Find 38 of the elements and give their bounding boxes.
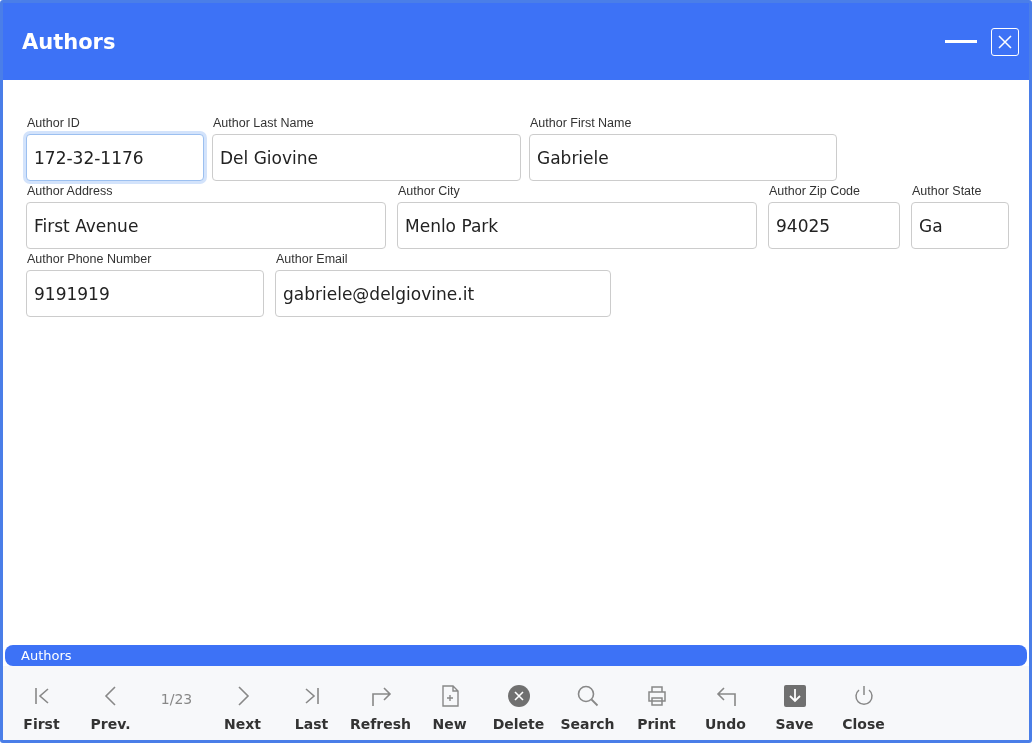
field-label: Author City <box>397 184 461 198</box>
text-field[interactable]: First Avenue <box>26 202 386 249</box>
toolbar-button[interactable]: First <box>7 666 76 740</box>
toolbar-button[interactable]: Refresh <box>346 666 415 740</box>
text-field[interactable]: 94025 <box>768 202 900 249</box>
text-field[interactable]: gabriele@delgiovine.it <box>275 270 611 317</box>
toolbar-button[interactable]: Delete <box>484 666 553 740</box>
text-field[interactable]: 172-32-1176 <box>26 134 204 181</box>
text-field[interactable]: Menlo Park <box>397 202 757 249</box>
toolbar-button[interactable]: Next <box>208 666 277 740</box>
toolbar-button[interactable]: Prev. <box>76 666 145 740</box>
text-field[interactable]: Gabriele <box>529 134 837 181</box>
field-label: Author Last Name <box>212 116 315 130</box>
field-label: Author Email <box>275 252 349 266</box>
toolbar-button[interactable]: Save <box>760 666 829 740</box>
save-icon <box>782 684 807 708</box>
field-label: Author Zip Code <box>768 184 862 198</box>
search-icon <box>575 684 600 708</box>
toolbar-button[interactable]: Print <box>622 666 691 740</box>
toolbar-button[interactable]: Undo <box>691 666 760 740</box>
toolbar-button[interactable]: New <box>415 666 484 740</box>
status-bar: Authors <box>5 645 1027 666</box>
field-label: Author First Name <box>529 116 633 130</box>
text-field[interactable]: Ga <box>911 202 1009 249</box>
text-field[interactable]: 9191919 <box>26 270 264 317</box>
toolbar-button[interactable]: Close <box>829 666 898 740</box>
window-title: Authors <box>22 29 117 54</box>
text-field[interactable]: Del Giovine <box>212 134 521 181</box>
record-counter: 1/23 <box>160 691 193 707</box>
field-label: Author State <box>911 184 983 198</box>
close-button[interactable] <box>991 27 1019 56</box>
close-icon <box>997 33 1013 50</box>
toolbar-button[interactable]: Last <box>277 666 346 740</box>
field-label: Author Address <box>26 184 114 198</box>
field-label: Author ID <box>26 116 81 130</box>
delete-icon <box>506 684 531 708</box>
field-label: Author Phone Number <box>26 252 153 266</box>
toolbar-button[interactable]: Search <box>553 666 622 740</box>
